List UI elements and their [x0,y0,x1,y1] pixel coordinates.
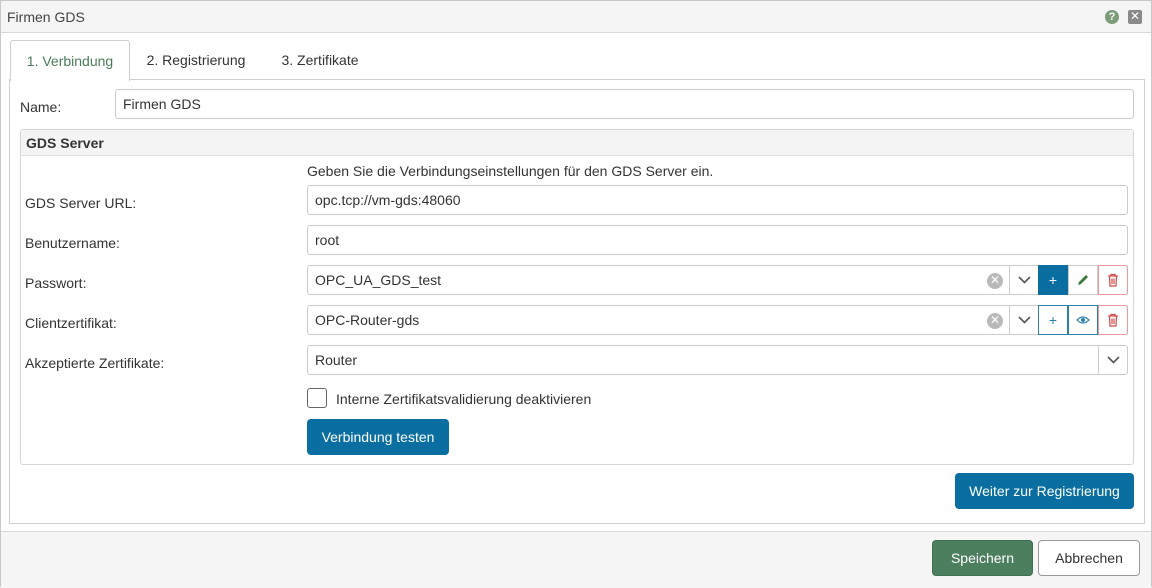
password-value: OPC_UA_GDS_test [315,272,442,288]
cancel-button[interactable]: Abbrechen [1038,540,1140,576]
gds-url-label: GDS Server URL: [25,195,137,211]
password-add-button[interactable]: + [1038,265,1068,295]
gds-hint-text: Geben Sie die Verbindungseinstellungen f… [307,163,714,179]
disable-validation-label: Interne Zertifikatsvalidierung deaktivie… [336,391,592,407]
name-input[interactable] [115,89,1134,119]
dialog-footer: Speichern Abbrechen [1,531,1151,588]
tab-registrierung[interactable]: 2. Registrierung [138,40,254,80]
password-label: Passwort: [25,275,87,291]
clear-icon[interactable]: ✕ [987,273,1003,289]
chevron-down-icon[interactable] [1009,266,1038,294]
accepted-certs-label: Akzeptierte Zertifikate: [25,355,165,371]
chevron-down-icon[interactable] [1098,346,1127,374]
disable-validation-checkbox[interactable] [307,388,327,408]
username-input[interactable] [307,225,1128,255]
client-cert-add-button[interactable]: + [1038,305,1068,335]
dialog-window: Firmen GDS ? ✕ 1. Verbindung 2. Registri… [0,0,1152,588]
tab-verbindung[interactable]: 1. Verbindung [10,40,130,81]
trash-icon[interactable] [1098,305,1128,335]
client-cert-label: Clientzertifikat: [25,315,117,331]
pencil-icon[interactable] [1068,265,1098,295]
gds-server-group: GDS Server Geben Sie die Verbindungseins… [20,129,1134,465]
close-icon[interactable]: ✕ [1128,10,1142,24]
window-title: Firmen GDS [7,9,85,25]
client-cert-value: OPC-Router-gds [315,312,420,328]
help-icon[interactable]: ? [1105,10,1119,24]
accepted-certs-value: Router [315,352,358,368]
clear-icon[interactable]: ✕ [987,313,1003,329]
name-label: Name: [20,99,62,115]
client-cert-combo[interactable]: OPC-Router-gds ✕ + [307,305,1128,335]
save-button[interactable]: Speichern [932,540,1033,576]
password-combo[interactable]: OPC_UA_GDS_test ✕ + [307,265,1128,295]
chevron-down-icon[interactable] [1009,306,1038,334]
test-connection-button[interactable]: Verbindung testen [307,419,449,455]
trash-icon[interactable] [1098,265,1128,295]
username-label: Benutzername: [25,235,120,251]
gds-url-input[interactable] [307,185,1128,215]
accepted-certs-select[interactable]: Router [307,345,1128,375]
title-bar: Firmen GDS ? ✕ [1,1,1151,33]
tab-zertifikate[interactable]: 3. Zertifikate [272,40,368,80]
tab-panel-verbindung: Name: GDS Server Geben Sie die Verbindun… [9,79,1145,524]
next-registration-button[interactable]: Weiter zur Registrierung [955,473,1134,509]
gds-server-heading: GDS Server [21,130,1133,156]
eye-icon[interactable] [1068,305,1098,335]
